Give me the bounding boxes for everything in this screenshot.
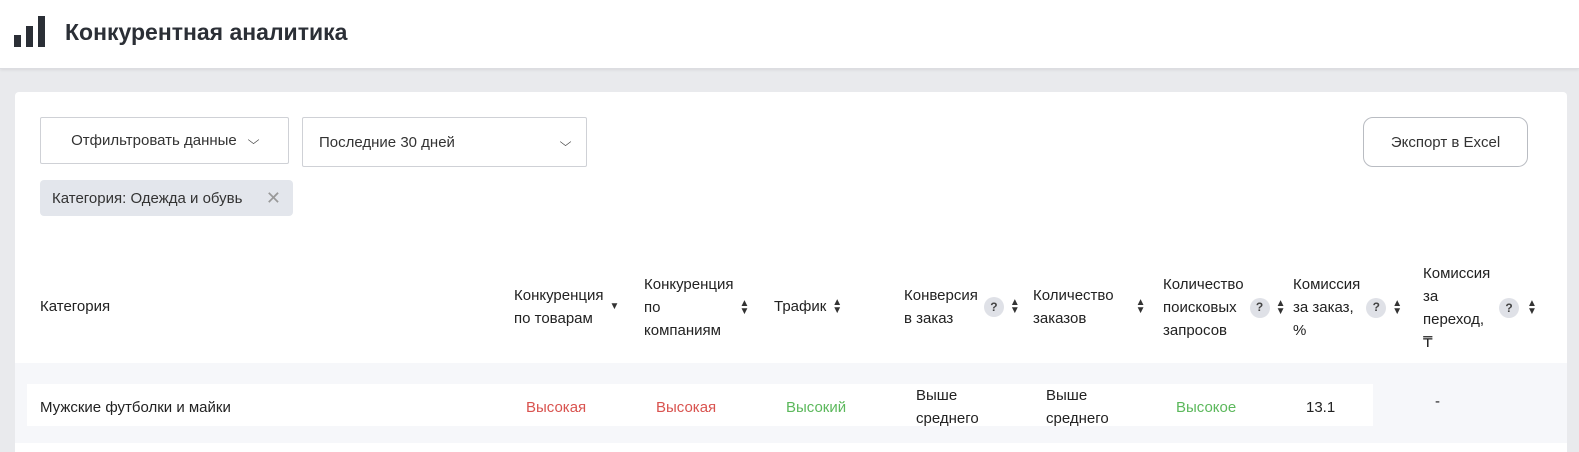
- cell-orders: Выше среднего: [1046, 387, 1109, 427]
- cell-commission-click: -: [1435, 393, 1440, 410]
- help-icon[interactable]: ?: [983, 297, 1004, 317]
- column-header-traffic[interactable]: Трафик ▲ ▼: [774, 295, 842, 318]
- sort-icon[interactable]: ▲ ▼: [740, 298, 750, 316]
- column-header-commission-order[interactable]: Комиссия за заказ, % ? ▲ ▼: [1293, 273, 1402, 342]
- column-header-company-competition[interactable]: Конкуренция по компаниям ▲ ▼: [644, 273, 749, 342]
- column-header-commission-click[interactable]: Комиссия за переход, ₸ ? ▲ ▼: [1423, 262, 1537, 354]
- column-header-searches[interactable]: Количество поисковых запросов ? ▲ ▼: [1163, 273, 1285, 342]
- analytics-card: Отфильтровать данные ⌵ Последние 30 дней…: [15, 92, 1567, 452]
- sort-icon[interactable]: ▲ ▼: [1010, 298, 1020, 316]
- cell-company-competition: Высокая: [656, 399, 717, 416]
- help-icon[interactable]: ?: [1366, 297, 1387, 318]
- filter-chip: Категория: Одежда и обувь ✕: [40, 180, 293, 216]
- cell-conversion: Выше среднего: [916, 387, 979, 427]
- export-excel-button[interactable]: Экспорт в Excel: [1363, 117, 1528, 167]
- filter-data-button[interactable]: Отфильтровать данные ⌵: [40, 117, 289, 164]
- page-title: Конкурентная аналитика: [65, 19, 348, 45]
- sort-icon[interactable]: ▲ ▼: [1276, 298, 1286, 316]
- column-header-orders[interactable]: Количество заказов ▲ ▼: [1033, 284, 1145, 330]
- cell-searches: Высокое: [1176, 399, 1237, 416]
- help-icon[interactable]: ?: [1499, 298, 1519, 318]
- chevron-down-icon: ⌵: [247, 133, 260, 147]
- sort-desc-icon[interactable]: ▼: [610, 302, 620, 312]
- help-icon[interactable]: ?: [1249, 297, 1270, 318]
- column-header-category: Категория: [40, 298, 111, 315]
- column-header-product-competition[interactable]: Конкуренция по товарам ▼: [514, 284, 619, 330]
- cell-category: Мужские футболки и майки: [40, 399, 231, 416]
- sort-icon[interactable]: ▲ ▼: [1136, 298, 1146, 316]
- chevron-down-icon: ⌵: [559, 134, 572, 149]
- column-header-conversion[interactable]: Конверсия в заказ ? ▲ ▼: [904, 284, 1020, 330]
- bar-chart-icon: [14, 15, 46, 47]
- sort-icon[interactable]: ▲ ▼: [1527, 299, 1537, 317]
- cell-product-competition: Высокая: [526, 399, 587, 416]
- filter-data-label: Отфильтровать данные: [71, 132, 237, 149]
- period-select-value: Последние 30 дней: [319, 133, 455, 151]
- close-icon[interactable]: ✕: [266, 188, 281, 209]
- app-header: Конкурентная аналитика: [0, 0, 1579, 69]
- cell-commission-order: 13.1: [1306, 399, 1336, 416]
- cell-traffic: Высокий: [786, 399, 847, 416]
- period-select[interactable]: Последние 30 дней ⌵: [302, 117, 587, 167]
- sort-icon[interactable]: ▲ ▼: [1392, 298, 1402, 316]
- filter-chip-label: Категория: Одежда и обувь: [52, 189, 243, 207]
- sort-icon[interactable]: ▲ ▼: [832, 297, 842, 315]
